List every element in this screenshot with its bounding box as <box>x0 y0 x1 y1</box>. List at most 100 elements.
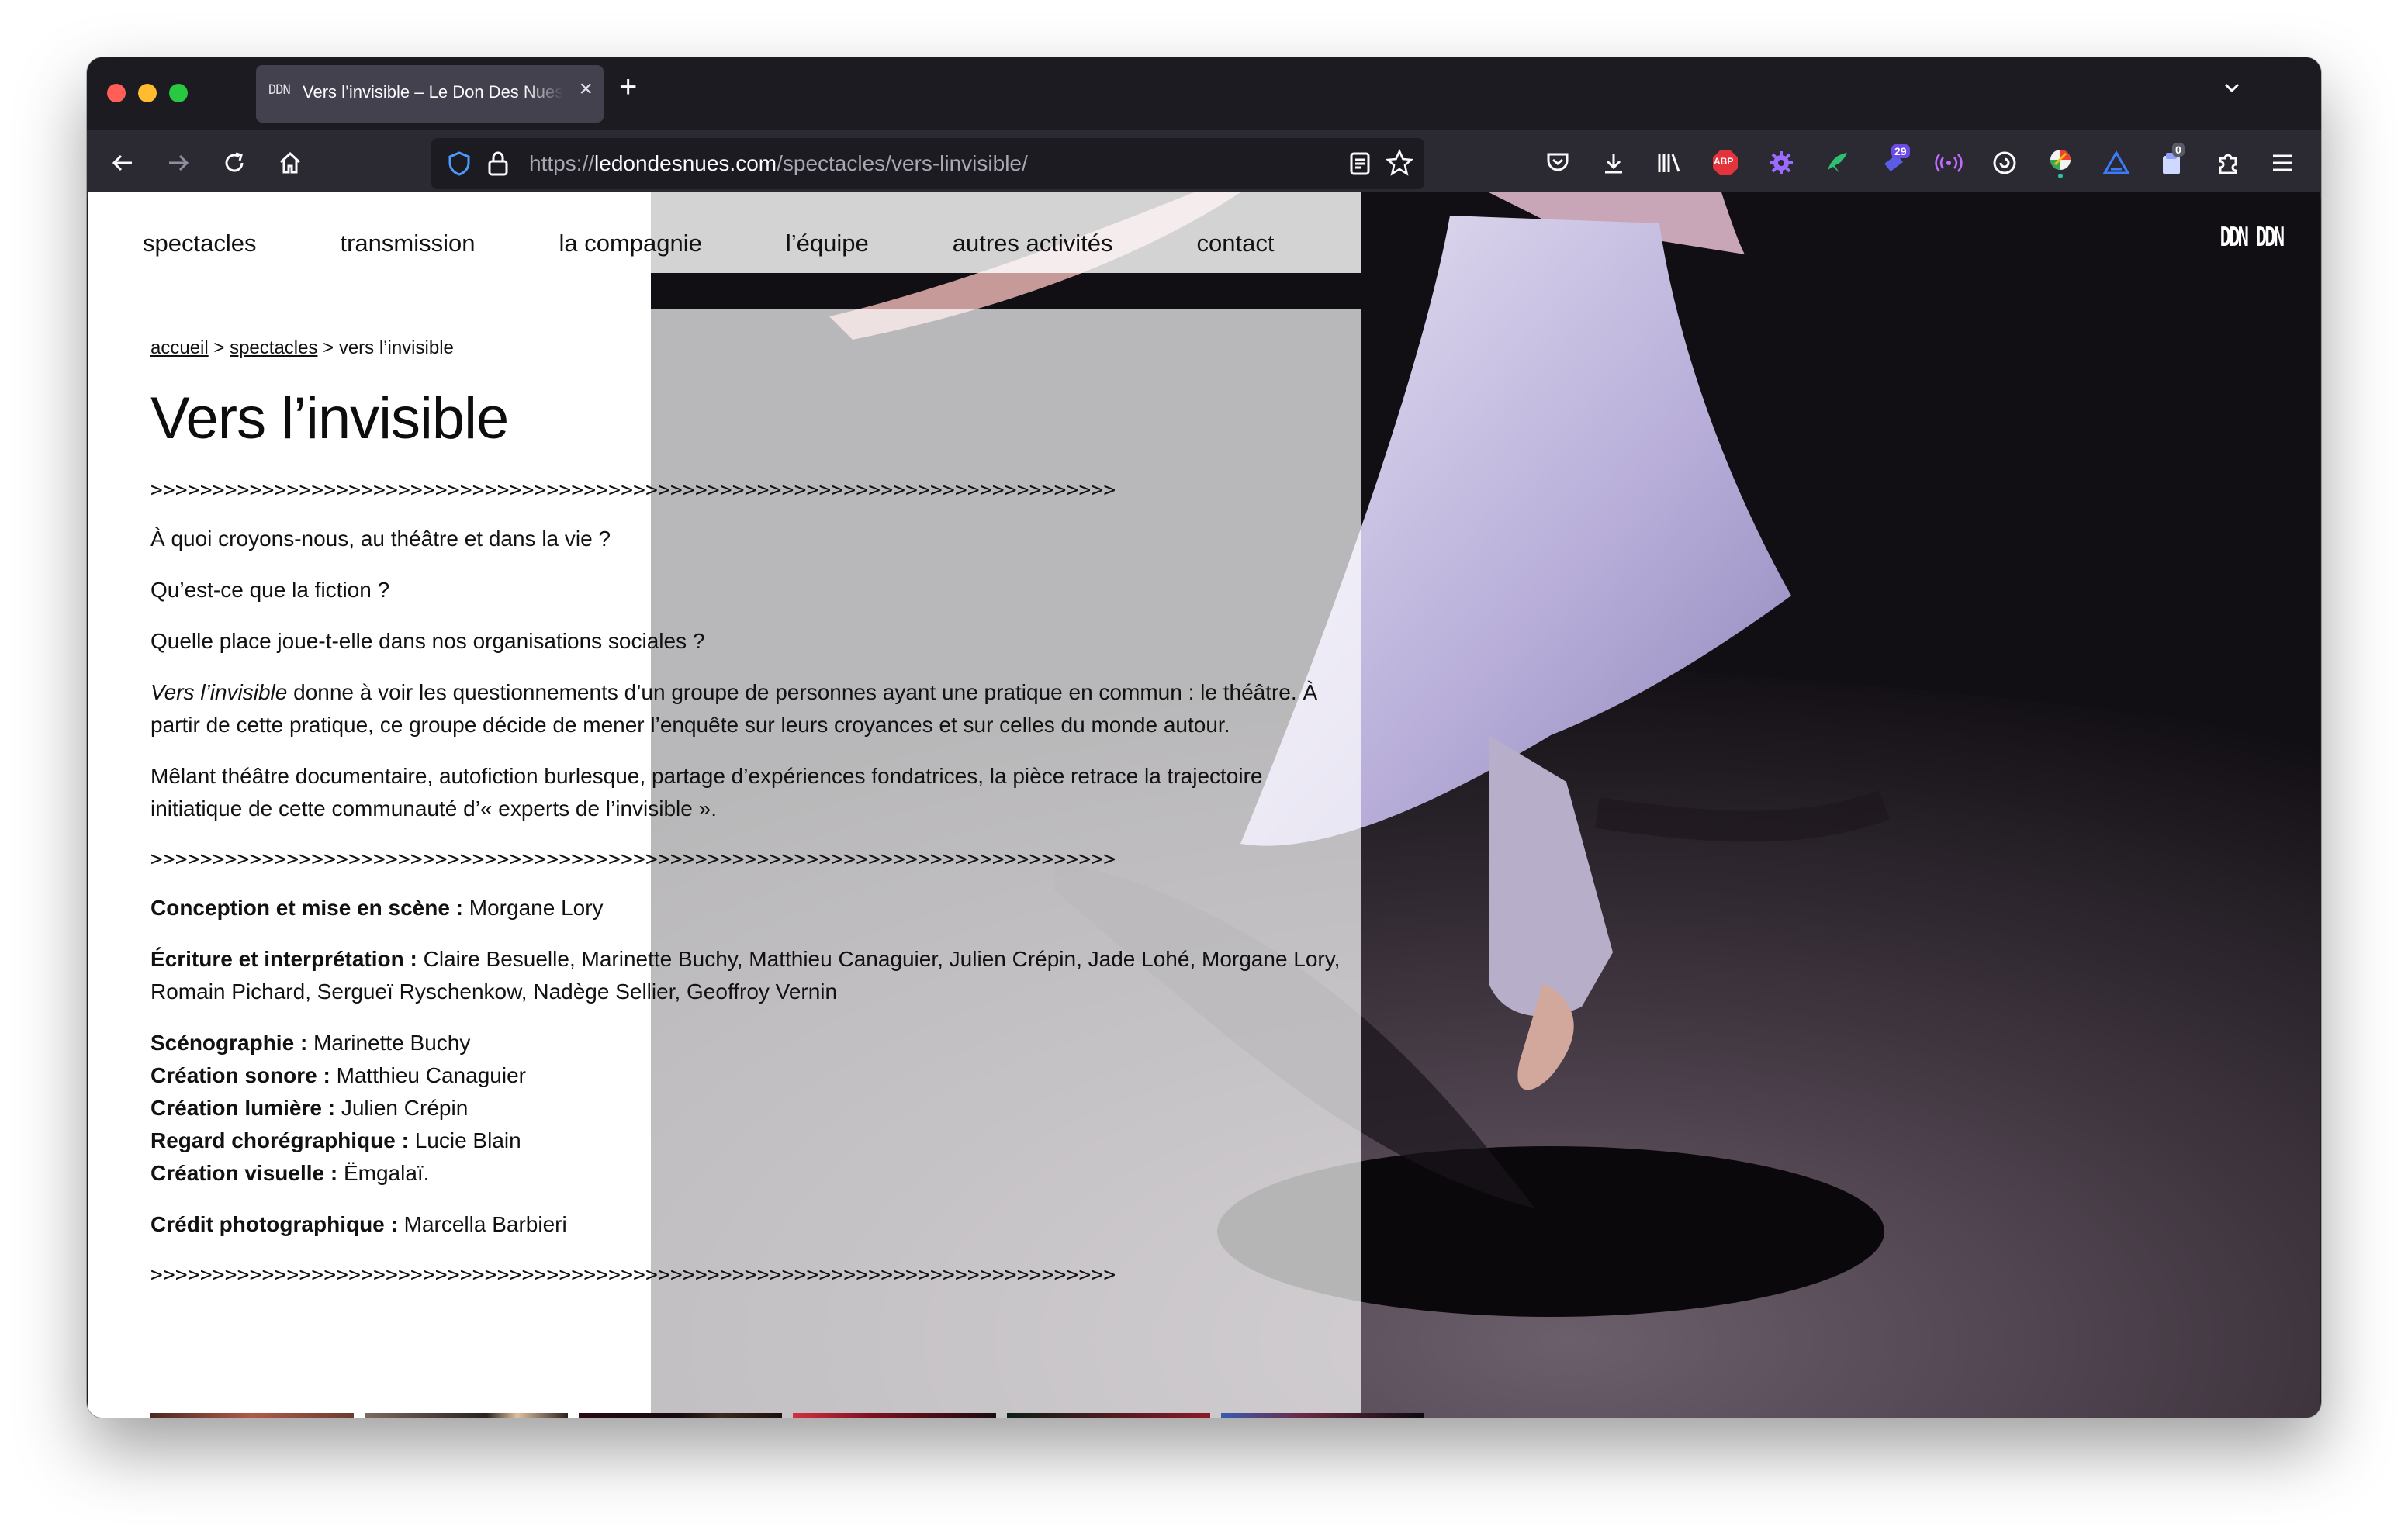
credit-value: Ëmgalaï. <box>337 1161 430 1185</box>
gallery-thumbnail[interactable] <box>1221 1413 1424 1418</box>
web-page: spectacles transmission la compagnie l’é… <box>88 192 2320 1418</box>
calendar-badge: 29 <box>1891 144 1910 158</box>
hamburger-menu-icon[interactable] <box>2267 147 2298 178</box>
credit-label: Écriture et interprétation : <box>150 947 417 971</box>
article: accueil > spectacles > vers l’invisible … <box>150 332 1345 1308</box>
credit-label: Création visuelle : <box>150 1161 338 1185</box>
menu-item-spectacles[interactable]: spectacles <box>143 230 256 257</box>
gallery-thumbnail[interactable] <box>1007 1413 1210 1418</box>
page-title: Vers l’invisible <box>150 385 509 451</box>
broadcast-icon[interactable] <box>1933 147 1964 178</box>
bird-extension-icon[interactable] <box>1822 147 1853 178</box>
browser-tab[interactable]: DDN Vers l’invisible – Le Don Des Nues × <box>256 65 604 123</box>
library-icon[interactable] <box>1654 147 1685 178</box>
description-text: donne à voir les questionnements d’un gr… <box>150 680 1318 737</box>
menu-item-transmission[interactable]: transmission <box>340 230 475 257</box>
arrow-divider: >>>>>>>>>>>>>>>>>>>>>>>>>>>>>>>>>>>>>>>>… <box>150 848 1116 871</box>
triangle-extension-icon[interactable] <box>2101 147 2132 178</box>
menu-item-equipe[interactable]: l’équipe <box>786 230 869 257</box>
intro-question: À quoi croyons-nous, au théâtre et dans … <box>150 527 611 551</box>
bookmark-star-icon[interactable] <box>1385 148 1414 181</box>
breadcrumb-section-link[interactable]: spectacles <box>230 337 317 358</box>
breadcrumb-current: vers l’invisible <box>338 337 454 358</box>
home-icon[interactable] <box>275 147 306 178</box>
credit-row: Scénographie : Marinette Buchy <box>150 1027 1345 1059</box>
intro-question: Quelle place joue-t-elle dans nos organi… <box>150 629 705 653</box>
menu-item-autres-activites[interactable]: autres activités <box>953 230 1113 257</box>
tab-favicon-icon: DDN <box>268 82 291 98</box>
description-paragraph-2: Mêlant théâtre documentaire, autofiction… <box>150 764 1263 821</box>
url-domain: ledondesnues.com <box>594 151 777 175</box>
url-text[interactable]: https://ledondesnues.com/spectacles/vers… <box>529 151 1028 176</box>
credit-label: Création sonore : <box>150 1063 330 1087</box>
extensions-puzzle-icon[interactable] <box>2213 147 2244 178</box>
navigation-toolbar: https://ledondesnues.com/spectacles/vers… <box>87 130 2321 199</box>
breadcrumb-home-link[interactable]: accueil <box>150 337 209 358</box>
credit-technique-list: Scénographie : Marinette Buchy Création … <box>150 1027 1345 1190</box>
credit-value: Marcella Barbieri <box>397 1212 567 1236</box>
credit-value: Morgane Lory <box>463 896 604 920</box>
window-minimize-button[interactable] <box>138 84 157 102</box>
tab-strip: DDN Vers l’invisible – Le Don Des Nues ×… <box>87 57 2321 130</box>
breadcrumb-separator: > <box>213 337 225 358</box>
credit-row: Création sonore : Matthieu Canaguier <box>150 1059 1345 1092</box>
color-extension-icon[interactable] <box>2045 147 2076 178</box>
window-maximize-button[interactable] <box>169 84 188 102</box>
menu-item-la-compagnie[interactable]: la compagnie <box>559 230 701 257</box>
gallery-thumbnail[interactable] <box>793 1413 996 1418</box>
forward-arrow-icon[interactable] <box>163 147 194 178</box>
credit-value: Julien Crépin <box>335 1096 469 1120</box>
breadcrumb-separator: > <box>323 337 334 358</box>
credit-row: Création lumière : Julien Crépin <box>150 1092 1345 1125</box>
pocket-icon[interactable] <box>1542 147 1573 178</box>
credit-label: Création lumière : <box>150 1096 336 1120</box>
gallery-thumbnail[interactable] <box>150 1413 354 1418</box>
arrow-divider: >>>>>>>>>>>>>>>>>>>>>>>>>>>>>>>>>>>>>>>>… <box>150 1263 1116 1287</box>
credit-label: Crédit photographique : <box>150 1212 398 1236</box>
downloads-icon[interactable] <box>1598 147 1629 178</box>
reload-icon[interactable] <box>219 147 250 178</box>
tab-close-icon[interactable]: × <box>579 78 593 101</box>
description-paragraph: Vers l’invisible donne à voir les questi… <box>150 676 1345 741</box>
url-protocol: https:// <box>529 151 595 175</box>
gear-extension-icon[interactable] <box>1766 147 1797 178</box>
credit-label: Scénographie : <box>150 1031 308 1055</box>
adblock-label: ABP <box>1714 156 1734 167</box>
credit-value: Matthieu Canaguier <box>330 1063 526 1087</box>
clipboard-badge: 0 <box>2172 143 2185 157</box>
calendar-extension-icon[interactable]: 29 <box>1877 144 1910 178</box>
credit-ecriture: Écriture et interprétation : Claire Besu… <box>150 943 1345 1008</box>
timer-extension-icon[interactable] <box>1989 147 2020 178</box>
tracking-shield-icon[interactable] <box>447 150 472 181</box>
credit-conception: Conception et mise en scène : Morgane Lo… <box>150 892 1345 924</box>
adblock-plus-icon[interactable]: ABP <box>1710 147 1741 178</box>
clipboard-extension-icon[interactable]: 0 <box>2157 143 2188 178</box>
credit-value: Lucie Blain <box>408 1128 521 1152</box>
tab-list-chevron-icon[interactable] <box>2220 76 2244 103</box>
reader-view-icon[interactable] <box>1348 150 1372 181</box>
arrow-divider: >>>>>>>>>>>>>>>>>>>>>>>>>>>>>>>>>>>>>>>>… <box>150 479 1116 502</box>
credit-label: Conception et mise en scène : <box>150 896 463 920</box>
credit-value: Marinette Buchy <box>307 1031 471 1055</box>
gallery-thumbnail[interactable] <box>579 1413 782 1418</box>
credit-photo: Crédit photographique : Marcella Barbier… <box>150 1208 1345 1241</box>
tab-title: Vers l’invisible – Le Don Des Nues <box>303 82 563 102</box>
photo-gallery <box>150 1413 1424 1418</box>
intro-question: Qu’est-ce que la fiction ? <box>150 578 390 602</box>
site-menu: spectacles transmission la compagnie l’é… <box>143 230 1274 257</box>
site-logo[interactable]: DDN DDN <box>2219 222 2285 253</box>
browser-window: DDN Vers l’invisible – Le Don Des Nues ×… <box>87 57 2321 1418</box>
credit-label: Regard chorégraphique : <box>150 1128 409 1152</box>
back-arrow-icon[interactable] <box>107 147 138 178</box>
menu-item-contact[interactable]: contact <box>1197 230 1275 257</box>
address-bar[interactable]: https://ledondesnues.com/spectacles/vers… <box>431 138 1424 189</box>
url-path: /spectacles/vers-linvisible/ <box>777 151 1028 175</box>
window-close-button[interactable] <box>107 84 126 102</box>
new-tab-button[interactable]: + <box>619 71 637 102</box>
breadcrumb: accueil > spectacles > vers l’invisible <box>150 332 1345 364</box>
lock-icon[interactable] <box>487 150 509 181</box>
credit-row: Création visuelle : Ëmgalaï. <box>150 1157 1345 1190</box>
description-italic-title: Vers l’invisible <box>150 680 288 704</box>
credit-row: Regard chorégraphique : Lucie Blain <box>150 1125 1345 1157</box>
gallery-thumbnail[interactable] <box>365 1413 568 1418</box>
